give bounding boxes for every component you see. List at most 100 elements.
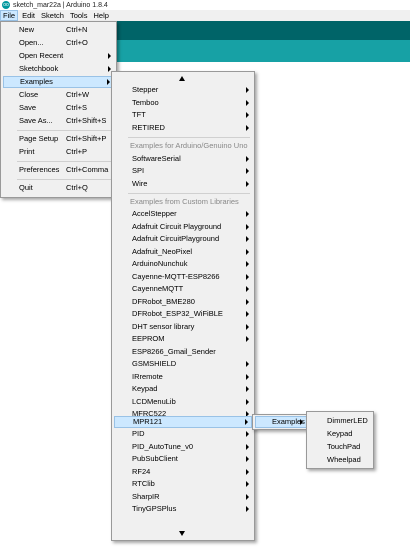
menu-item-label: ArduinoNunchuk [132, 259, 188, 268]
example-item-rf24[interactable]: RF24 [114, 466, 252, 478]
menu-item-new[interactable]: New Ctrl+N [3, 24, 114, 36]
menu-item-save[interactable]: Save Ctrl+S [3, 102, 114, 114]
submenu-arrow-icon [246, 481, 249, 487]
example-item-wire[interactable]: Wire [114, 178, 252, 190]
menu-item-shortcut: Ctrl+Shift+P [66, 134, 107, 143]
example-dimmerled[interactable]: DimmerLED [309, 415, 371, 427]
menu-item-label: DimmerLED [327, 416, 368, 425]
example-item-mpr121[interactable]: MPR121 [114, 416, 252, 428]
menu-item-open-recent[interactable]: Open Recent [3, 50, 114, 62]
menu-item-label: Keypad [327, 429, 353, 438]
menu-separator [17, 130, 112, 131]
example-item-lcdmenulib[interactable]: LCDMenuLib [114, 396, 252, 408]
section-header-uno: Examples for Arduino/Genuino Uno [130, 141, 248, 150]
example-item-retired[interactable]: RETIRED [114, 122, 252, 134]
example-item-dfrobot-esp32-wifible[interactable]: DFRobot_ESP32_WiFiBLE [114, 308, 252, 320]
example-item-dfrobot-bme280[interactable]: DFRobot_BME280 [114, 296, 252, 308]
menu-item-label: PID [132, 429, 145, 438]
example-item-irremote[interactable]: IRremote [114, 371, 252, 383]
submenu-arrow-icon [246, 168, 249, 174]
menu-item-shortcut: Ctrl+W [66, 90, 90, 99]
menu-separator [128, 193, 250, 194]
menu-item-shortcut: Ctrl+Comma [66, 165, 109, 174]
example-item-rtclib[interactable]: RTClib [114, 478, 252, 490]
example-item-tft[interactable]: TFT [114, 109, 252, 121]
example-item-dht-sensor-library[interactable]: DHT sensor library [114, 321, 252, 333]
example-item-arduinonunchuk[interactable]: ArduinoNunchuk [114, 258, 252, 270]
submenu-arrow-icon [246, 112, 249, 118]
example-item-adafruit-circuit-playground[interactable]: Adafruit Circuit Playground [114, 221, 252, 233]
menu-item-save-as[interactable]: Save As... Ctrl+Shift+S [3, 115, 114, 127]
example-item-pubsubclient[interactable]: PubSubClient [114, 453, 252, 465]
example-item-gsmshield[interactable]: GSMSHIELD [114, 358, 252, 370]
menu-item-close[interactable]: Close Ctrl+W [3, 89, 114, 101]
menu-item-label: Save As... [19, 116, 53, 125]
menu-item-shortcut: Ctrl+P [66, 147, 88, 156]
submenu-arrow-icon [246, 180, 249, 187]
menu-item-preferences[interactable]: Preferences Ctrl+Comma [3, 164, 114, 176]
example-keypad[interactable]: Keypad [309, 428, 371, 440]
example-touchpad[interactable]: TouchPad [309, 441, 371, 453]
menu-item-label: IRremote [132, 371, 163, 381]
submenu-arrow-icon [246, 286, 249, 292]
menu-item-quit[interactable]: Quit Ctrl+Q [3, 182, 114, 194]
menu-item-label: RETIRED [132, 122, 165, 132]
menu-item-label: Sketchbook [19, 64, 59, 73]
submenu-arrow-icon [246, 386, 249, 392]
scroll-up-arrow-icon[interactable] [179, 76, 185, 81]
submenu-arrow-icon [246, 211, 249, 217]
menu-item-shortcut: Ctrl+N [66, 25, 88, 34]
menu-item-label: Close [19, 90, 39, 99]
menu-item-label: Adafruit_NeoPixel [132, 246, 193, 256]
example-item-adafruit-neopixel[interactable]: Adafruit_NeoPixel [114, 246, 252, 258]
submenu-arrow-icon [246, 361, 249, 367]
example-item-cayennemqtt[interactable]: CayenneMQTT [114, 283, 252, 295]
example-wheelpad[interactable]: Wheelpad [309, 454, 371, 466]
example-item-keypad[interactable]: Keypad [114, 383, 252, 395]
example-item-temboo[interactable]: Temboo [114, 97, 252, 109]
example-item-accelstepper[interactable]: AccelStepper [114, 208, 252, 220]
example-item-esp8266-gmail-sender[interactable]: ESP8266_Gmail_Sender [114, 346, 252, 358]
menu-item-label: Wheelpad [327, 455, 361, 464]
menu-item-label: ESP8266_Gmail_Sender [132, 346, 216, 356]
submenu-arrow-icon [246, 373, 249, 380]
menu-sketch[interactable]: Sketch [39, 10, 66, 21]
menu-item-sketchbook[interactable]: Sketchbook [3, 63, 114, 75]
example-item-pid-autotune-v0[interactable]: PID_AutoTune_v0 [114, 441, 252, 453]
submenu-arrow-icon [246, 87, 249, 93]
file-menu: New Ctrl+N Open... Ctrl+O Open Recent Sk… [0, 21, 117, 198]
menu-file[interactable]: File [0, 10, 19, 21]
example-item-stepper[interactable]: Stepper [114, 84, 252, 96]
menu-item-label: GSMSHIELD [132, 359, 177, 368]
submenu-arrow-icon [246, 155, 249, 162]
example-item-adafruit-circuitplayground[interactable]: Adafruit CircuitPlayground [114, 233, 252, 245]
example-item-pid[interactable]: PID [114, 428, 252, 440]
submenu-arrow-icon [246, 248, 249, 255]
example-item-eeprom[interactable]: EEPROM [114, 333, 252, 345]
section-header-custom: Examples from Custom Libraries [130, 196, 239, 206]
submenu-arrow-icon [245, 419, 248, 425]
menu-item-label: AccelStepper [132, 209, 177, 218]
menu-item-label: RTClib [132, 479, 155, 488]
example-item-sharpir[interactable]: SharpIR [114, 491, 252, 503]
menu-item-label: PubSubClient [132, 454, 178, 463]
menu-item-print[interactable]: Print Ctrl+P [3, 146, 114, 158]
menu-item-label: RF24 [132, 466, 151, 476]
menu-item-examples[interactable]: Examples [3, 76, 114, 88]
example-item-tinygpsplus[interactable]: TinyGPSPlus [114, 503, 252, 515]
menu-edit[interactable]: Edit [20, 10, 37, 21]
example-item-softwareserial[interactable]: SoftwareSerial [114, 153, 252, 165]
menu-item-label: Temboo [132, 97, 159, 107]
scroll-down-arrow-icon[interactable] [179, 531, 185, 536]
menu-item-page-setup[interactable]: Page Setup Ctrl+Shift+P [3, 133, 114, 145]
menu-item-label: Page Setup [19, 134, 59, 143]
menu-tools[interactable]: Tools [68, 10, 90, 21]
example-item-cayenne-mqtt-esp8266[interactable]: Cayenne-MQTT-ESP8266 [114, 271, 252, 283]
submenu-arrow-icon [246, 323, 249, 330]
menu-item-open[interactable]: Open... Ctrl+O [3, 37, 114, 49]
submenu-arrow-icon [107, 79, 110, 85]
example-item-spi[interactable]: SPI [114, 165, 252, 177]
mpr121-examples-item[interactable]: Examples [255, 416, 307, 428]
menu-help[interactable]: Help [91, 10, 110, 21]
menu-item-label: Save [19, 103, 37, 112]
